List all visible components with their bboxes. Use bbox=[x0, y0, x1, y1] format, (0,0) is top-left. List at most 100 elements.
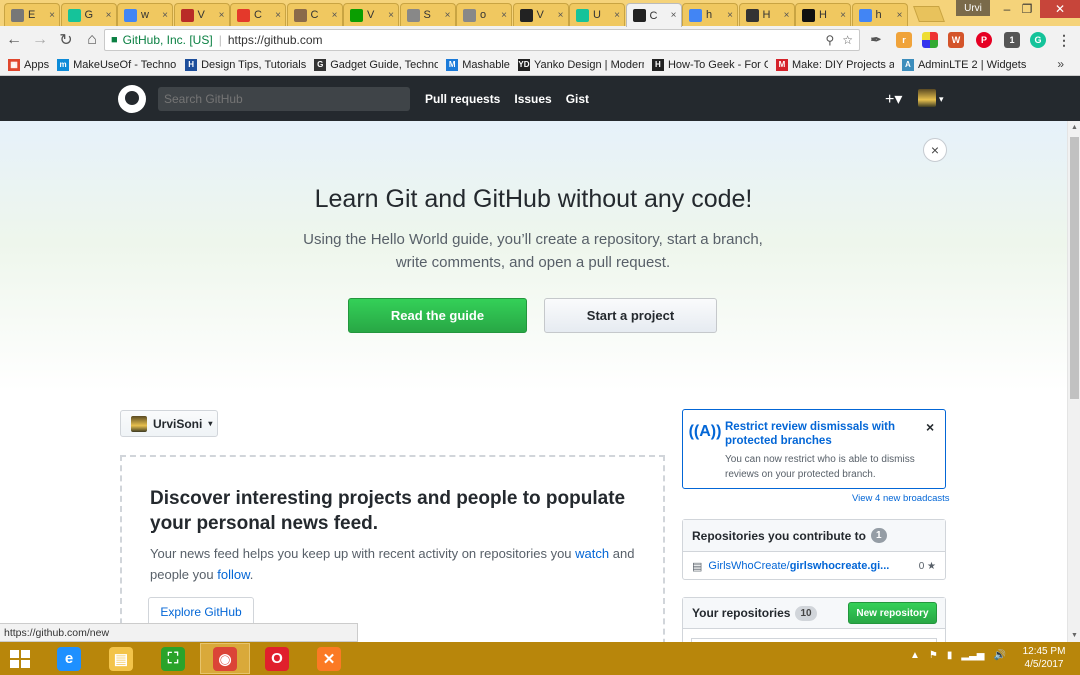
eyedropper-extension-icon[interactable]: ✒ bbox=[868, 32, 884, 48]
nav-gist[interactable]: Gist bbox=[566, 92, 589, 106]
close-tab-icon[interactable]: × bbox=[784, 10, 790, 21]
close-tab-icon[interactable]: × bbox=[671, 10, 677, 21]
maximize-button[interactable]: ❐ bbox=[1012, 0, 1042, 18]
scroll-down-icon[interactable]: ▼ bbox=[1068, 629, 1080, 642]
address-bar[interactable]: ■ GitHub, Inc. [US] | https://github.com… bbox=[104, 29, 860, 51]
close-tab-icon[interactable]: × bbox=[388, 10, 394, 21]
close-tab-icon[interactable]: × bbox=[614, 10, 620, 21]
show-hidden-icons-icon[interactable]: ▲ bbox=[910, 650, 920, 661]
close-tab-icon[interactable]: × bbox=[106, 10, 112, 21]
new-repository-button[interactable]: New repository bbox=[848, 602, 937, 624]
bookmark-item[interactable]: G Gadget Guide, Techno bbox=[314, 58, 438, 71]
browser-tab[interactable]: U × bbox=[569, 3, 625, 26]
watch-link[interactable]: watch bbox=[575, 546, 609, 561]
url-text[interactable]: https://github.com bbox=[228, 33, 323, 47]
browser-tab[interactable]: V × bbox=[173, 3, 230, 26]
battery-icon[interactable]: ▮ bbox=[947, 650, 953, 661]
close-tab-icon[interactable]: × bbox=[275, 10, 281, 21]
search-input[interactable] bbox=[158, 87, 410, 111]
key-icon[interactable]: ⚲ bbox=[825, 33, 834, 47]
bookmark-item[interactable]: H Design Tips, Tutorials bbox=[185, 58, 306, 71]
browser-tab[interactable]: h × bbox=[851, 3, 908, 26]
browser-tab[interactable]: C × bbox=[625, 3, 682, 27]
home-icon[interactable]: ⌂ bbox=[80, 28, 104, 52]
close-tab-icon[interactable]: × bbox=[445, 10, 451, 21]
close-tab-icon[interactable]: × bbox=[727, 10, 733, 21]
opera-icon[interactable]: O bbox=[252, 643, 302, 674]
chevron-down-icon[interactable]: ▾ bbox=[939, 94, 944, 105]
close-tab-icon[interactable]: × bbox=[219, 10, 225, 21]
close-tab-icon[interactable]: × bbox=[897, 10, 903, 21]
bookmark-item[interactable]: m MakeUseOf - Technol bbox=[57, 58, 177, 71]
pinterest-extension-icon[interactable]: P bbox=[976, 32, 992, 48]
list-item[interactable]: ▤ GirlsWhoCreate/girlswhocreate.gi... 0 … bbox=[683, 552, 945, 580]
back-icon[interactable]: ← bbox=[2, 28, 26, 52]
close-icon[interactable]: × bbox=[926, 419, 934, 435]
xampp-icon[interactable]: ✕ bbox=[304, 643, 354, 674]
wordpress-extension-icon[interactable]: W bbox=[948, 32, 964, 48]
bookmark-extension-icon[interactable]: r bbox=[896, 32, 912, 48]
action-center-icon[interactable]: ⚑ bbox=[929, 650, 938, 661]
scroll-up-icon[interactable]: ▲ bbox=[1068, 121, 1080, 134]
github-logo-icon[interactable] bbox=[118, 85, 146, 113]
browser-tab[interactable]: C × bbox=[286, 3, 343, 26]
browser-tab[interactable]: S × bbox=[399, 3, 456, 26]
bookmark-item[interactable]: M Mashable bbox=[446, 58, 510, 71]
file-explorer-icon[interactable]: ▤ bbox=[96, 643, 146, 674]
bookmark-item[interactable]: A AdminLTE 2 | Widgets bbox=[901, 58, 1026, 71]
broadcast-card[interactable]: ((A)) Restrict review dismissals with pr… bbox=[682, 409, 946, 489]
bookmark-item[interactable]: H How-To Geek - For Gr bbox=[651, 58, 768, 71]
bookmark-item[interactable]: M Make: DIY Projects an bbox=[775, 58, 894, 71]
nav-pull-requests[interactable]: Pull requests bbox=[425, 92, 500, 106]
scrollbar-thumb[interactable] bbox=[1070, 137, 1079, 399]
broadcast-title[interactable]: Restrict review dismissals with protecte… bbox=[725, 420, 915, 448]
browser-tab[interactable]: w × bbox=[117, 3, 173, 26]
color-extension-icon[interactable] bbox=[922, 32, 938, 48]
avatar[interactable] bbox=[918, 89, 936, 107]
start-button[interactable] bbox=[10, 650, 30, 668]
network-icon[interactable]: ▂▃▅ bbox=[961, 650, 984, 661]
read-guide-button[interactable]: Read the guide bbox=[348, 298, 527, 333]
browser-tab[interactable]: H × bbox=[795, 3, 851, 26]
page-scrollbar[interactable]: ▲ ▼ bbox=[1067, 121, 1080, 642]
browser-tab[interactable]: V × bbox=[343, 3, 399, 26]
close-tab-icon[interactable]: × bbox=[558, 10, 564, 21]
repo-link[interactable]: GirlsWhoCreate/girlswhocreate.gi... bbox=[708, 560, 904, 572]
more-bookmarks-icon[interactable]: » bbox=[1057, 57, 1064, 71]
follow-link[interactable]: follow bbox=[217, 567, 250, 582]
close-tab-icon[interactable]: × bbox=[162, 10, 168, 21]
nav-issues[interactable]: Issues bbox=[514, 92, 551, 106]
browser-tab[interactable]: G × bbox=[60, 3, 117, 26]
reload-icon[interactable]: ↻ bbox=[54, 28, 78, 52]
close-tab-icon[interactable]: × bbox=[332, 10, 338, 21]
grammarly-extension-icon[interactable]: G bbox=[1030, 32, 1046, 48]
menu-icon[interactable]: ⋮ bbox=[1056, 32, 1072, 48]
browser-tab[interactable]: C × bbox=[230, 3, 286, 26]
close-tab-icon[interactable]: × bbox=[840, 10, 846, 21]
profile-button[interactable]: Urvi bbox=[956, 0, 990, 16]
bookmark-item[interactable]: YD Yanko Design | Modern bbox=[517, 58, 644, 71]
chrome-icon[interactable]: ◉ bbox=[200, 643, 250, 674]
close-window-button[interactable]: ✕ bbox=[1040, 0, 1080, 18]
close-tab-icon[interactable]: × bbox=[501, 10, 507, 21]
browser-tab[interactable]: V × bbox=[512, 3, 569, 26]
volume-icon[interactable]: 🔊 bbox=[993, 650, 1005, 661]
windows-store-icon[interactable]: ⛶ bbox=[148, 643, 198, 674]
start-project-button[interactable]: Start a project bbox=[544, 298, 717, 333]
browser-tab[interactable]: E × bbox=[4, 3, 60, 26]
close-tab-icon[interactable]: × bbox=[49, 10, 55, 21]
new-tab-button[interactable] bbox=[913, 6, 945, 22]
browser-tab[interactable]: H × bbox=[738, 3, 795, 26]
view-broadcasts-link[interactable]: View 4 new broadcasts bbox=[852, 493, 950, 504]
browser-tab[interactable]: h × bbox=[682, 3, 738, 26]
bookmark-star-icon[interactable]: ☆ bbox=[842, 33, 853, 47]
internet-explorer-icon[interactable]: e bbox=[44, 643, 94, 674]
account-context-switcher[interactable]: UrviSoni ▾ bbox=[120, 410, 218, 437]
bookmark-item[interactable]: ▦ Apps bbox=[8, 58, 49, 71]
create-new-dropdown[interactable]: +▾ bbox=[885, 89, 902, 109]
forward-icon[interactable]: → bbox=[28, 28, 52, 52]
close-icon[interactable]: × bbox=[923, 138, 947, 162]
browser-tab[interactable]: o × bbox=[456, 3, 512, 26]
badge-extension-icon[interactable]: 1 bbox=[1004, 32, 1020, 48]
system-clock[interactable]: 12:45 PM 4/5/2017 bbox=[1016, 645, 1072, 671]
